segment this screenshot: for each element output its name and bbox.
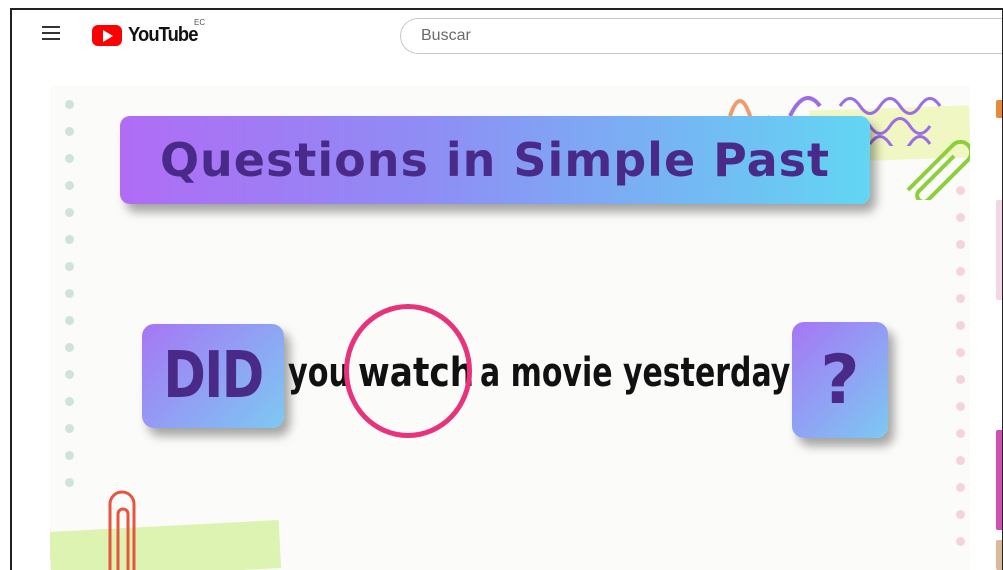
search-input[interactable]: [419, 26, 983, 46]
logo-text: YouTube: [128, 24, 198, 46]
highlight-stripe: [50, 520, 282, 570]
region-code: EC: [194, 18, 206, 27]
search-box[interactable]: [400, 18, 1002, 54]
did-word: DID: [163, 339, 264, 413]
question-box: ?: [792, 322, 888, 438]
youtube-play-icon: [92, 25, 122, 46]
thumbnail[interactable]: [996, 100, 1002, 118]
paperclip-icon: [108, 490, 136, 570]
browser-frame: YouTube EC Questions in Sim: [10, 8, 1003, 570]
thumbnail[interactable]: [996, 540, 1002, 570]
masthead: YouTube EC: [12, 10, 1002, 64]
highlight-circle: [344, 304, 472, 438]
margin-dots: [65, 100, 75, 505]
did-box: DID: [142, 324, 284, 428]
word-you: you: [288, 350, 351, 396]
thumbnail[interactable]: [996, 430, 1002, 530]
video-title-text: Questions in Simple Past: [159, 133, 831, 187]
title-banner: Questions in Simple Past: [120, 116, 870, 204]
word-rest: a movie yesterday: [480, 350, 791, 396]
thumbnail[interactable]: [996, 200, 1002, 300]
question-mark: ?: [820, 340, 860, 420]
margin-dots: [956, 186, 966, 564]
youtube-logo[interactable]: YouTube EC: [92, 18, 205, 47]
menu-icon[interactable]: [42, 26, 60, 40]
video-player[interactable]: Questions in Simple Past DID you watch a…: [50, 86, 970, 570]
sidebar-thumbnails[interactable]: [996, 90, 1002, 570]
